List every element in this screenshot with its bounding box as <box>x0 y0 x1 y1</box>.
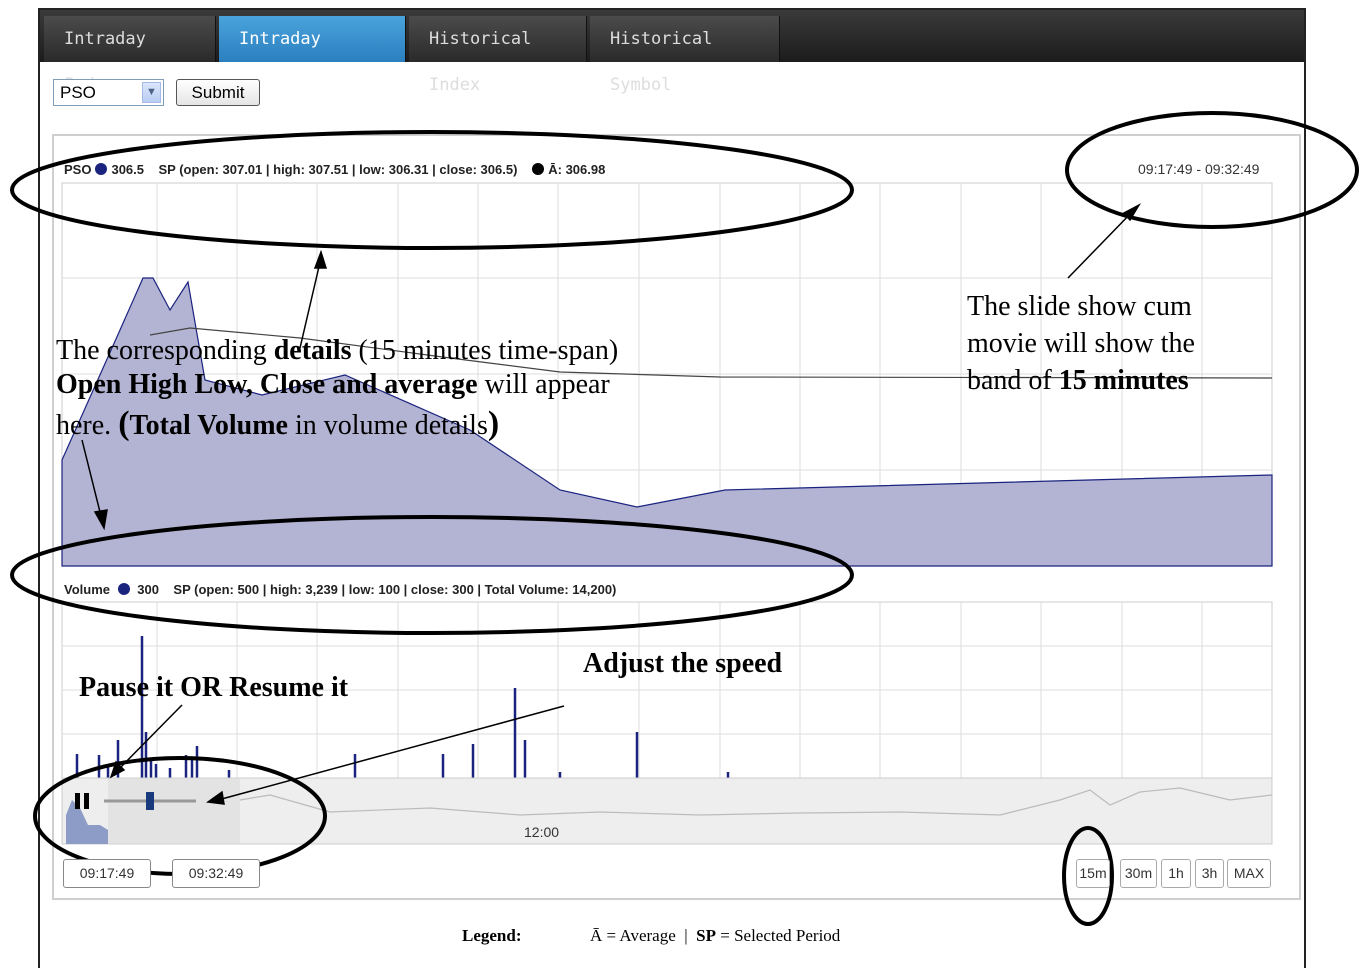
range-button-3h[interactable]: 3h <box>1195 859 1224 888</box>
annot-text: band of <box>967 365 1059 396</box>
annot-text: in volume details <box>287 410 488 441</box>
date-from-input[interactable]: 09:17:49 <box>63 859 151 888</box>
annot-text: (15 minutes time-span) <box>351 335 619 366</box>
annot-text-bold: Total Volume <box>129 410 288 441</box>
pause-icon <box>75 793 80 809</box>
annotation-pause: Pause it OR Resume it <box>79 672 349 703</box>
legend-separator: | <box>684 926 688 945</box>
legend-sp-abbr: SP <box>696 926 716 945</box>
chart-graphics <box>10 111 1359 926</box>
annot-text: here. <box>56 410 119 441</box>
annot-text-bold: Open High Low, Close and average <box>56 369 478 400</box>
navigator-selection-mask <box>108 778 240 844</box>
annot-text: The slide show cum <box>967 291 1192 322</box>
range-button-max[interactable]: MAX <box>1227 859 1271 888</box>
legend: Legend: Ā = Average | SP = Selected Peri… <box>462 926 840 946</box>
annot-text: will appear <box>477 369 610 400</box>
annot-text: movie will show the <box>967 328 1195 359</box>
annot-paren: ( <box>118 405 130 442</box>
range-button-1h[interactable]: 1h <box>1161 859 1191 888</box>
speed-slider-handle <box>146 792 154 810</box>
navigator-track <box>61 777 1273 845</box>
annot-paren: ) <box>487 405 500 442</box>
navigator-axis-label: 12:00 <box>524 824 560 840</box>
range-button-30m[interactable]: 30m <box>1120 859 1157 888</box>
legend-sp-definition: = Selected Period <box>720 926 841 945</box>
annot-text-bold: details <box>273 335 352 366</box>
annot-text-bold: 15 minutes <box>1058 365 1189 396</box>
annot-text: The corresponding <box>56 335 274 366</box>
annotation-details: The corresponding details (15 minutes ti… <box>56 335 618 443</box>
range-button-15m[interactable]: 15m <box>1076 859 1110 888</box>
legend-average: Ā = Average <box>590 926 676 945</box>
annotation-slideshow: The slide show cum movie will show the b… <box>967 288 1195 399</box>
date-to-input[interactable]: 09:32:49 <box>172 859 260 888</box>
legend-title: Legend: <box>462 926 522 945</box>
annotation-speed: Adjust the speed <box>583 648 783 679</box>
